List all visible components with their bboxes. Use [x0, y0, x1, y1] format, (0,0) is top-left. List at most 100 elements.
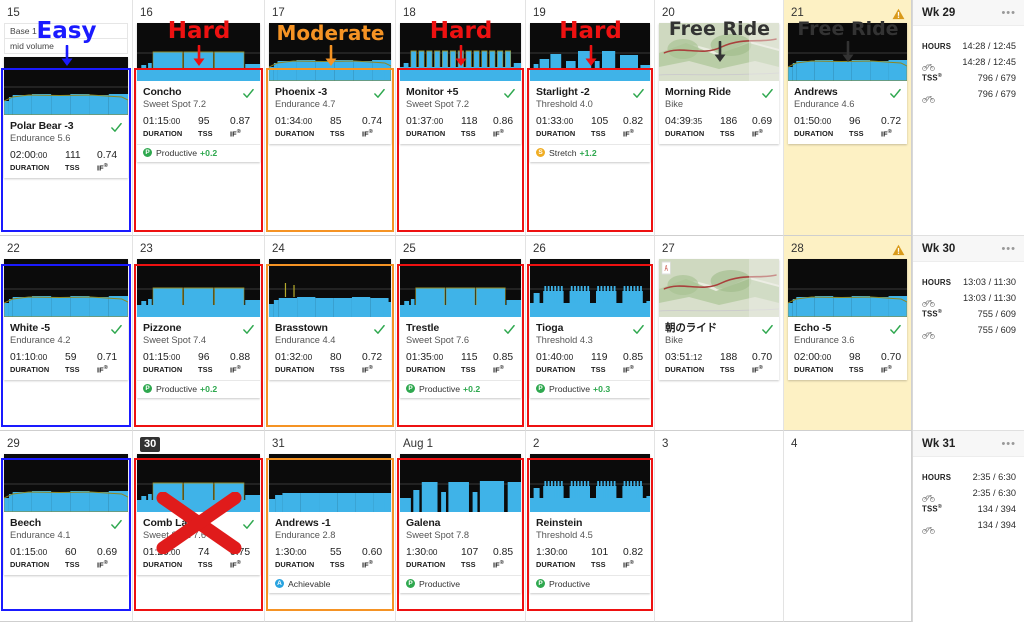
- completed-check-icon: [111, 122, 122, 132]
- calendar-day-cell-22[interactable]: 22 White -5 Endurance 4.2 01:10:00 DURATION 5…: [0, 236, 133, 431]
- workout-card[interactable]: Echo -5 Endurance 3.6 02:00:00 DURATION 98 TS…: [788, 259, 907, 380]
- workout-card[interactable]: A 朝のライド Bike 03:51:12 DURATION 188 TSS 0.70 IF®: [659, 259, 779, 380]
- tss-label: TSS: [198, 560, 213, 570]
- calendar-day-cell-16[interactable]: 16 Concho Sweet Spot 7.2 01:15:00 DURATION 95…: [133, 0, 265, 236]
- duration-label: DURATION: [143, 365, 183, 375]
- calendar-day-cell-26[interactable]: 26 Tioga Threshold 4.3 01:40:00 DURATION 119 T…: [526, 236, 655, 431]
- stretch-icon: S: [536, 148, 545, 158]
- workout-power-graph[interactable]: [530, 23, 650, 81]
- workout-power-graph[interactable]: [788, 259, 907, 317]
- week-title: Wk 31: [922, 437, 956, 450]
- workout-card[interactable]: White -5 Endurance 4.2 01:10:00 DURATION 59 T…: [4, 259, 128, 380]
- completed-check-icon: [762, 88, 773, 98]
- workout-card[interactable]: Tioga Threshold 4.3 01:40:00 DURATION 119 TSS…: [530, 259, 650, 398]
- calendar-day-cell-24[interactable]: 24 Brasstown Endurance 4.4 01:32:00 DURATION…: [265, 236, 396, 431]
- workout-power-graph[interactable]: [269, 454, 391, 512]
- tss-value: 101: [591, 547, 609, 559]
- calendar-week-row: 22 White -5 Endurance 4.2 01:10:00 DURATION 5…: [0, 236, 912, 431]
- day-number: 24: [272, 242, 285, 255]
- if-label: IF®: [623, 365, 634, 375]
- workout-power-graph[interactable]: [530, 259, 650, 317]
- workout-card[interactable]: Phoenix -3 Endurance 4.7 01:34:00 DURATION 8…: [269, 23, 391, 144]
- workout-card[interactable]: Brasstown Endurance 4.4 01:32:00 DURATION 80…: [269, 259, 391, 380]
- warning-icon[interactable]: [892, 244, 905, 256]
- workout-power-graph[interactable]: [137, 23, 260, 81]
- workout-level-badge: S Stretch +1.2: [530, 143, 650, 162]
- duration-label: DURATION: [10, 560, 50, 570]
- workout-card[interactable]: Trestle Sweet Spot 7.6 01:35:00 DURATION 115…: [400, 259, 521, 398]
- week-stat-key: TSS®: [922, 73, 943, 83]
- calendar-day-cell-27[interactable]: 27 A 朝のライド Bike 03:51:12 DURATION 188 TSS 0.70 IF…: [655, 236, 784, 431]
- calendar-day-cell-19[interactable]: 19 Starlight -2 Threshold 4.0 01:33:00 DURAT…: [526, 0, 655, 236]
- tss-label: TSS: [591, 560, 606, 570]
- calendar-day-cell-20[interactable]: 20 Morning Ride Bike 04:39:35 DURATION 186 TSS…: [655, 0, 784, 236]
- workout-power-graph[interactable]: [788, 23, 907, 81]
- productive-icon: P: [536, 579, 545, 589]
- tss-label: TSS: [65, 560, 80, 570]
- workout-name: Pizzone: [143, 322, 182, 334]
- tss-label: TSS: [849, 365, 864, 375]
- calendar-day-cell-15[interactable]: 15 Base 1 mid volume Polar Bear -3 Endurance…: [0, 0, 133, 236]
- calendar-day-cell-31[interactable]: 31 Andrews -1 Endurance 2.8 1:30:00 DURATION…: [265, 431, 396, 622]
- day-number: 18: [403, 6, 416, 19]
- calendar-day-cell-23[interactable]: 23 Pizzone Sweet Spot 7.4 01:15:00 DURATION 9…: [133, 236, 265, 431]
- workout-power-graph[interactable]: [269, 23, 391, 81]
- calendar-day-cell-30[interactable]: 30 Comb Law Sweet Spot 7.6 01:20:00 DURATION…: [133, 431, 265, 622]
- week-menu-button[interactable]: •••: [1001, 7, 1016, 19]
- ride-map-thumbnail[interactable]: A: [659, 259, 779, 317]
- workout-card[interactable]: Pizzone Sweet Spot 7.4 01:15:00 DURATION 96 T…: [137, 259, 260, 398]
- completed-check-icon: [243, 519, 254, 529]
- workout-power-graph[interactable]: [400, 23, 521, 81]
- workout-power-graph[interactable]: [4, 259, 128, 317]
- workout-power-graph[interactable]: [400, 259, 521, 317]
- tss-label: TSS: [198, 129, 213, 139]
- workout-power-graph[interactable]: [4, 454, 128, 512]
- tss-value: 105: [591, 116, 609, 128]
- calendar-day-cell-aug-1[interactable]: Aug 1 Galena Sweet Spot 7.8 1:30:00 DURATION…: [396, 431, 526, 622]
- week-menu-button[interactable]: •••: [1001, 438, 1016, 450]
- badge-text: Productive: [156, 147, 198, 158]
- calendar-day-cell-2[interactable]: 2 Reinstein Threshold 4.5 1:30:00 DURATION 10…: [526, 431, 655, 622]
- calendar-day-cell-17[interactable]: 17 Phoenix -3 Endurance 4.7 01:34:00 DURATIO…: [265, 0, 396, 236]
- completed-check-icon: [762, 86, 773, 98]
- workout-power-graph[interactable]: [530, 454, 650, 512]
- workout-card[interactable]: Reinstein Threshold 4.5 1:30:00 DURATION 101…: [530, 454, 650, 593]
- workout-card[interactable]: Beech Endurance 4.1 01:15:00 DURATION 60 TSS 0…: [4, 454, 128, 575]
- workout-card[interactable]: Andrews Endurance 4.6 01:50:00 DURATION 96 TS…: [788, 23, 907, 144]
- workout-card[interactable]: Monitor +5 Sweet Spot 7.2 01:37:00 DURATION…: [400, 23, 521, 144]
- workout-level-badge: P Productive +0.3: [530, 379, 650, 398]
- workout-power-graph[interactable]: [400, 454, 521, 512]
- plan-header[interactable]: Base 1 mid volume: [4, 23, 128, 54]
- workout-card[interactable]: Comb Law Sweet Spot 7.6 01:20:00 DURATION 74…: [137, 454, 260, 575]
- workout-card[interactable]: Concho Sweet Spot 7.2 01:15:00 DURATION 95 TS…: [137, 23, 260, 162]
- ride-map-thumbnail[interactable]: [659, 23, 779, 81]
- tss-label: TSS: [65, 163, 80, 173]
- week-stat-row: TSS® 134 / 394: [922, 501, 1016, 517]
- workout-power-graph[interactable]: [4, 57, 128, 115]
- calendar-day-cell-25[interactable]: 25 Trestle Sweet Spot 7.6 01:35:00 DURATION 1…: [396, 236, 526, 431]
- workout-details: Galena Sweet Spot 7.8 1:30:00 DURATION 107 TS…: [400, 512, 521, 575]
- trainerroad-calendar-app: 15 Base 1 mid volume Polar Bear -3 Endurance…: [0, 0, 1024, 622]
- workout-power-graph[interactable]: [269, 259, 391, 317]
- workout-card[interactable]: Polar Bear -3 Endurance 5.6 02:00:00 DURATI…: [4, 57, 128, 178]
- badge-text: Stretch: [549, 147, 577, 158]
- week-menu-button[interactable]: •••: [1001, 243, 1016, 255]
- calendar-day-cell-29[interactable]: 29 Beech Endurance 4.1 01:15:00 DURATION 60 TS…: [0, 431, 133, 622]
- calendar-day-cell-18[interactable]: 18 Monitor +5 Sweet Spot 7.2 01:37:00 DURATI…: [396, 0, 526, 236]
- calendar-day-cell-3[interactable]: 3: [655, 431, 784, 622]
- workout-name: Brasstown: [275, 322, 328, 334]
- warning-icon[interactable]: [892, 8, 905, 20]
- workout-power-graph[interactable]: [137, 259, 260, 317]
- workout-stats: 1:30:00 DURATION 107 TSS 0.85 IF®: [406, 547, 515, 571]
- calendar-day-cell-21[interactable]: 21 Andrews Endurance 4.6 01:50:00 DURATION 96…: [784, 0, 912, 236]
- week-summary-sidebar: Wk 29 ••• HOURS 14:28 / 12:45 14:28 / 12:45 T…: [912, 0, 1024, 622]
- if-value: 0.82: [623, 547, 644, 559]
- workout-power-graph[interactable]: [137, 454, 260, 512]
- workout-card[interactable]: Starlight -2 Threshold 4.0 01:33:00 DURATIO…: [530, 23, 650, 162]
- workout-card[interactable]: Morning Ride Bike 04:39:35 DURATION 186 TSS 0.…: [659, 23, 779, 144]
- workout-card[interactable]: Galena Sweet Spot 7.8 1:30:00 DURATION 107 TS…: [400, 454, 521, 593]
- calendar-day-cell-4[interactable]: 4: [784, 431, 912, 622]
- workout-card[interactable]: Andrews -1 Endurance 2.8 1:30:00 DURATION 55…: [269, 454, 391, 593]
- duration-value: 01:33:00: [536, 116, 574, 128]
- calendar-day-cell-28[interactable]: 28 Echo -5 Endurance 3.6 02:00:00 DURATION 98…: [784, 236, 912, 431]
